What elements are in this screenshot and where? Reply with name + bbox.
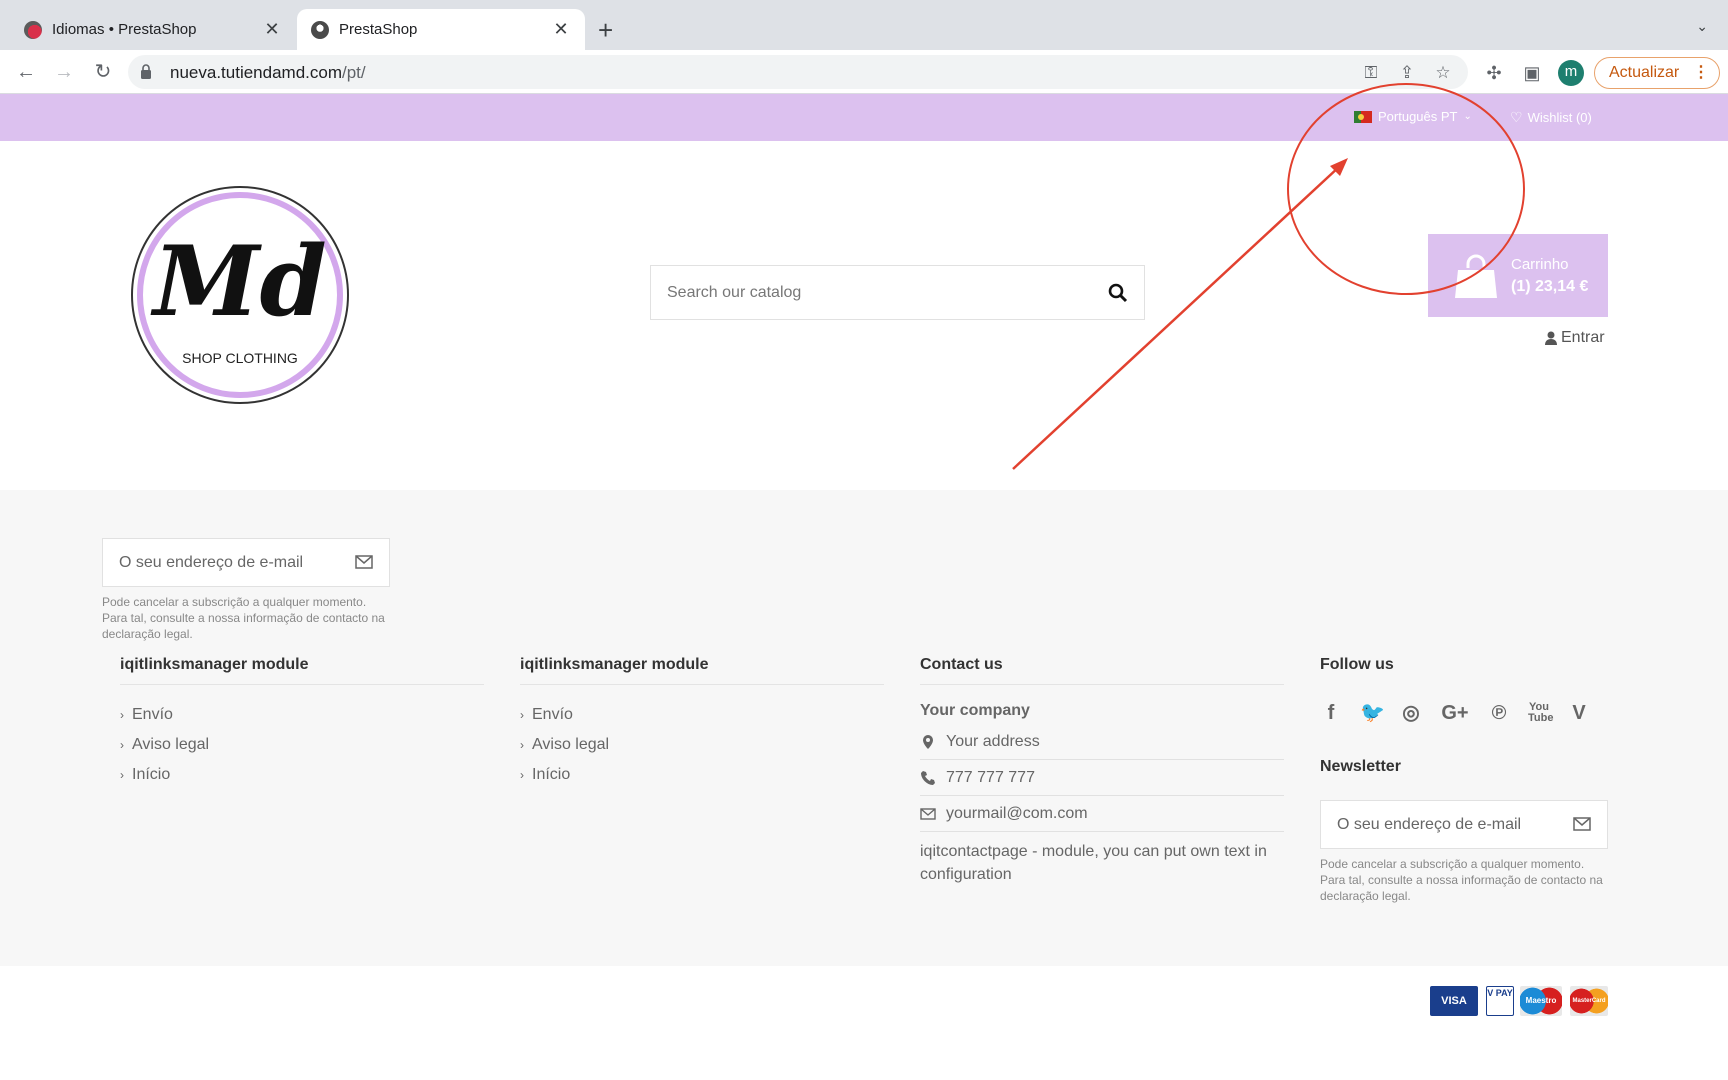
footer-column-title: iqitlinksmanager module bbox=[520, 656, 884, 685]
footer-column-title: iqitlinksmanager module bbox=[120, 656, 484, 685]
browser-tab-bar: Idiomas • PrestaShop ✕ PrestaShop ✕ + ⌄ bbox=[0, 0, 1728, 50]
side-panel-icon[interactable]: ▣ bbox=[1520, 61, 1544, 85]
footer-link[interactable]: › Envío bbox=[120, 700, 484, 730]
address-bar[interactable]: nueva.tutiendamd.com/pt/ ⚿ ⇪ ☆ bbox=[128, 55, 1468, 89]
cart-total: (1) 23,14 € bbox=[1511, 278, 1589, 295]
twitter-icon[interactable]: 🐦 bbox=[1360, 702, 1385, 724]
chevron-right-icon: › bbox=[520, 768, 524, 782]
language-label: Português PT bbox=[1378, 109, 1458, 124]
cart-button[interactable]: Carrinho (1) 23,14 € bbox=[1428, 234, 1608, 317]
login-label: Entrar bbox=[1561, 329, 1605, 346]
shop-logo[interactable]: Md SHOP CLOTHING bbox=[128, 183, 352, 407]
tab-idiomas[interactable]: Idiomas • PrestaShop ✕ bbox=[10, 9, 296, 50]
heart-icon: ♡ bbox=[1510, 109, 1523, 125]
lock-icon bbox=[141, 64, 151, 79]
phone-icon bbox=[921, 770, 935, 785]
map-marker-icon bbox=[923, 734, 933, 749]
shop-footer: Pode cancelar a subscrição a qualquer mo… bbox=[0, 490, 1728, 966]
login-link[interactable]: Entrar bbox=[1545, 329, 1605, 347]
newsletter-email-input[interactable] bbox=[119, 539, 339, 586]
envelope-icon[interactable] bbox=[355, 555, 373, 569]
prestashop-favicon-icon bbox=[24, 20, 42, 39]
reload-icon[interactable]: ↻ bbox=[89, 58, 117, 86]
newsletter-email-input[interactable] bbox=[1337, 801, 1557, 848]
envelope-icon[interactable] bbox=[1573, 817, 1591, 831]
pinterest-icon[interactable]: ℗ bbox=[1488, 702, 1510, 724]
contact-title: Contact us bbox=[920, 656, 1284, 685]
newsletter-note: Pode cancelar a subscrição a qualquer mo… bbox=[102, 595, 385, 641]
footer-links-column-1: iqitlinksmanager module › Envío › Aviso le… bbox=[120, 656, 484, 790]
footer-links-column-2: iqitlinksmanager module › Envío › Aviso le… bbox=[520, 656, 884, 790]
svg-text:SHOP CLOTHING: SHOP CLOTHING bbox=[182, 350, 298, 366]
follow-title: Follow us bbox=[1320, 656, 1394, 673]
social-icons: f 🐦 ◎ G+ ℗ You Tube V bbox=[1320, 702, 1608, 725]
portugal-flag-icon bbox=[1354, 110, 1372, 123]
contact-note: iqitcontactpage - module, you can put ow… bbox=[920, 843, 1267, 883]
newsletter-form-top bbox=[102, 538, 390, 587]
newsletter-title: Newsletter bbox=[1320, 758, 1401, 775]
user-icon bbox=[1545, 331, 1557, 345]
contact-address: Your address bbox=[920, 724, 1284, 760]
chevron-right-icon: › bbox=[120, 768, 124, 782]
back-arrow-icon[interactable]: ← bbox=[12, 58, 40, 86]
newsletter-form-bottom bbox=[1320, 800, 1608, 849]
tab-search-chevron-icon[interactable]: ⌄ bbox=[1696, 18, 1708, 35]
google-plus-icon[interactable]: G+ bbox=[1440, 702, 1470, 724]
new-tab-plus-icon[interactable]: + bbox=[598, 14, 613, 46]
close-tab-icon[interactable]: ✕ bbox=[262, 19, 282, 40]
more-vert-icon[interactable]: ⋮ bbox=[1693, 58, 1709, 87]
footer-link[interactable]: › Aviso legal bbox=[120, 730, 484, 760]
facebook-icon[interactable]: f bbox=[1320, 702, 1342, 724]
svg-text:Md: Md bbox=[150, 225, 326, 338]
share-icon[interactable]: ⇪ bbox=[1396, 62, 1418, 84]
browser-toolbar: ← → ↻ nueva.tutiendamd.com/pt/ ⚿ ⇪ ☆ ✣ ▣… bbox=[0, 50, 1728, 94]
tab-prestashop[interactable]: PrestaShop ✕ bbox=[297, 9, 585, 50]
shop-header: Md SHOP CLOTHING Carrinho (1) 23,14 € En… bbox=[0, 141, 1728, 490]
vpay-logo: V PAY bbox=[1486, 986, 1514, 1016]
extensions-puzzle-icon[interactable]: ✣ bbox=[1482, 61, 1506, 85]
chevron-right-icon: › bbox=[120, 738, 124, 752]
key-icon[interactable]: ⚿ bbox=[1360, 62, 1382, 84]
youtube-icon[interactable]: You Tube bbox=[1528, 702, 1553, 724]
envelope-icon bbox=[920, 807, 936, 820]
forward-arrow-icon[interactable]: → bbox=[50, 58, 78, 86]
vimeo-icon[interactable]: V bbox=[1568, 702, 1590, 724]
contact-email[interactable]: yourmail@com.com bbox=[920, 796, 1284, 832]
footer-link[interactable]: › Início bbox=[520, 760, 884, 790]
chevron-right-icon: › bbox=[520, 738, 524, 752]
maestro-logo: Maestro bbox=[1520, 986, 1562, 1016]
search-box bbox=[650, 265, 1145, 320]
tab-title: Idiomas • PrestaShop bbox=[52, 21, 197, 38]
update-button[interactable]: Actualizar ⋮ bbox=[1594, 57, 1720, 89]
bookmark-star-icon[interactable]: ☆ bbox=[1432, 62, 1454, 84]
footer-link[interactable]: › Aviso legal bbox=[520, 730, 884, 760]
url-text: nueva.tutiendamd.com/pt/ bbox=[170, 63, 366, 82]
shopping-bag-icon bbox=[1455, 254, 1497, 298]
chevron-right-icon: › bbox=[520, 708, 524, 722]
footer-contact-column: Contact us Your company Your address 777… bbox=[920, 656, 1284, 886]
contact-phone: 777 777 777 bbox=[920, 760, 1284, 796]
prestashop-favicon-icon bbox=[311, 20, 329, 39]
company-name: Your company bbox=[920, 702, 1030, 719]
mastercard-logo: MasterCard bbox=[1570, 986, 1608, 1016]
footer-link[interactable]: › Envío bbox=[520, 700, 884, 730]
chevron-right-icon: › bbox=[120, 708, 124, 722]
footer-follow-column: Follow us f 🐦 ◎ G+ ℗ You Tube V bbox=[1320, 656, 1608, 724]
tab-title: PrestaShop bbox=[339, 21, 418, 38]
cart-title: Carrinho bbox=[1511, 256, 1569, 273]
search-icon[interactable] bbox=[1106, 281, 1130, 305]
visa-logo: VISA bbox=[1430, 986, 1478, 1016]
instagram-icon[interactable]: ◎ bbox=[1400, 702, 1422, 724]
payment-bar: VISA V PAY Maestro MasterCard bbox=[0, 966, 1728, 1080]
chevron-down-icon: ⌄ bbox=[1463, 111, 1472, 122]
close-tab-icon[interactable]: ✕ bbox=[551, 19, 571, 40]
profile-avatar[interactable]: m bbox=[1558, 60, 1584, 86]
wishlist-label: Wishlist (0) bbox=[1527, 110, 1592, 125]
newsletter-note: Pode cancelar a subscrição a qualquer mo… bbox=[1320, 857, 1603, 903]
wishlist-link[interactable]: ♡ Wishlist (0) bbox=[1510, 109, 1592, 126]
search-input[interactable] bbox=[667, 266, 1087, 319]
shop-top-bar: Português PT ⌄ ♡ Wishlist (0) bbox=[0, 94, 1728, 141]
language-selector[interactable]: Português PT ⌄ bbox=[1354, 109, 1472, 124]
footer-link[interactable]: › Início bbox=[120, 760, 484, 790]
